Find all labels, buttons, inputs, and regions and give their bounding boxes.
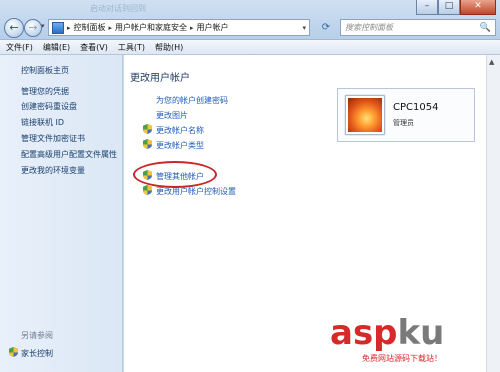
uac-shield-icon: [143, 139, 152, 149]
forward-button[interactable]: →: [24, 19, 42, 37]
highlight-circle: [133, 161, 217, 188]
watermark-logo: aspku: [330, 315, 444, 351]
window-title: 启动对话到回到: [90, 4, 146, 13]
breadcrumb-separator: ▸: [67, 23, 71, 32]
change-picture-link[interactable]: 更改图片: [156, 110, 188, 121]
change-account-name-link[interactable]: 更改帐户名称: [156, 125, 204, 136]
minimize-button[interactable]: –: [416, 0, 438, 15]
menu-tools[interactable]: 工具(T): [118, 42, 145, 53]
sidebar-item-link-online-id[interactable]: 链接联机 ID: [21, 117, 64, 128]
watermark-ku: ku: [397, 313, 445, 353]
breadcrumb-separator[interactable]: ▸: [190, 24, 194, 32]
watermark-tagline: 免费网站源码下载站！: [362, 354, 442, 363]
maximize-button[interactable]: □: [438, 0, 460, 15]
close-button[interactable]: ✕: [460, 0, 496, 15]
sidebar-item-password-reset-disk[interactable]: 创建密码重设盘: [21, 101, 77, 112]
address-bar[interactable]: ▸ 控制面板 ▸ 用户帐户和家庭安全 ▸ 用户帐户 ▾: [48, 19, 310, 36]
sidebar-item-parental-controls[interactable]: 家长控制: [21, 348, 53, 359]
recent-pages-dropdown[interactable]: ▾: [41, 22, 45, 30]
search-input[interactable]: 搜索控制面板 🔍: [340, 19, 496, 36]
uac-settings-link[interactable]: 更改用户帐户控制设置: [156, 186, 236, 197]
user-role: 管理员: [393, 119, 414, 127]
sidebar-item-file-encryption-certs[interactable]: 管理文件加密证书: [21, 133, 85, 144]
page-title: 更改用户帐户: [130, 73, 190, 84]
uac-shield-icon: [9, 347, 18, 357]
sidebar-item-environment-variables[interactable]: 更改我的环境变量: [21, 165, 85, 176]
see-also-heading: 另请参阅: [21, 331, 53, 340]
user-account-card: CPC1054 管理员: [337, 88, 475, 142]
address-dropdown-icon[interactable]: ▾: [302, 24, 306, 32]
menu-view[interactable]: 查看(V): [80, 42, 108, 53]
menu-bar: 文件(F) 编辑(E) 查看(V) 工具(T) 帮助(H): [0, 40, 500, 55]
menu-edit[interactable]: 编辑(E): [43, 42, 70, 53]
uac-shield-icon: [143, 124, 152, 134]
breadcrumb-user-accounts-family[interactable]: 用户帐户和家庭安全: [115, 22, 187, 33]
sidebar-item-control-panel-home[interactable]: 控制面板主页: [21, 65, 69, 76]
control-panel-icon: [52, 21, 64, 34]
menu-help[interactable]: 帮助(H): [155, 42, 183, 53]
forward-arrow-icon: →: [28, 21, 38, 34]
sidebar-item-manage-credentials[interactable]: 管理您的凭据: [21, 86, 69, 97]
window-controls: – □ ✕: [416, 0, 496, 15]
menu-file[interactable]: 文件(F): [6, 42, 33, 53]
scroll-up-icon[interactable]: ▲: [489, 58, 494, 66]
search-icon[interactable]: 🔍: [480, 23, 491, 33]
watermark-asp: asp: [330, 313, 398, 353]
avatar: [346, 96, 384, 134]
back-arrow-icon: ←: [9, 21, 19, 34]
refresh-button[interactable]: ⟳: [318, 20, 334, 35]
user-name: CPC1054: [393, 102, 439, 113]
breadcrumb-control-panel[interactable]: 控制面板: [74, 22, 106, 33]
back-button[interactable]: ←: [4, 18, 24, 38]
search-placeholder: 搜索控制面板: [345, 23, 393, 32]
change-account-type-link[interactable]: 更改帐户类型: [156, 140, 204, 151]
scrollbar[interactable]: ▲: [486, 55, 500, 372]
create-password-link[interactable]: 为您的帐户创建密码: [156, 95, 228, 106]
breadcrumb-user-accounts[interactable]: 用户帐户: [197, 22, 229, 33]
sidebar-item-advanced-profile[interactable]: 配置高级用户配置文件属性: [21, 149, 117, 160]
breadcrumb-separator[interactable]: ▸: [109, 24, 113, 32]
title-bar: 启动对话到回到 – □ ✕ ← → ▾ ▸ 控制面板 ▸ 用户帐户和家庭安全 ▸…: [0, 0, 500, 40]
uac-shield-icon: [143, 185, 152, 195]
sidebar: 控制面板主页 管理您的凭据 创建密码重设盘 链接联机 ID 管理文件加密证书 配…: [0, 55, 123, 372]
